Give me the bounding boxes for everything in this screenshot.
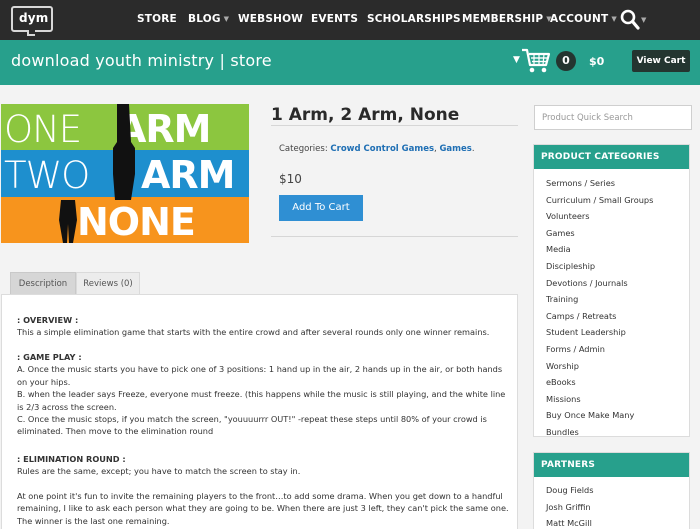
gameplay-step-b: B. when the leader says Freeze, everyone… [17, 389, 506, 412]
sidebar-category-bundles[interactable]: Bundles [546, 424, 689, 441]
image-word-two: TWO [4, 154, 90, 197]
nav-events-label: EVENTS [311, 13, 359, 25]
nav-store[interactable]: STORE [137, 13, 177, 25]
product-price: $10 [279, 172, 302, 186]
sidebar-category-volunteers[interactable]: Volunteers [546, 208, 689, 225]
nav-account-label: ACCOUNT [550, 13, 609, 25]
partner-matt-mcgill[interactable]: Matt McGill [546, 515, 689, 529]
nav-account[interactable]: ACCOUNT ▼ [550, 13, 617, 25]
nav-webshow-label: WEBSHOW [238, 13, 304, 25]
gameplay-step-a: A. Once the music starts you have to pic… [17, 364, 503, 387]
image-word-arm-2: ARM [141, 153, 235, 197]
description-panel: : OVERVIEW : This a simple elimination ga… [1, 294, 518, 529]
nav-membership-label: MEMBERSHIP [462, 13, 544, 25]
category-list: Sermons / Series Curriculum / Small Grou… [534, 169, 689, 441]
product-image[interactable]: ONE ARM TWO ARM NONE [1, 104, 249, 243]
chevron-down-icon: ▼ [611, 15, 617, 23]
category-link-games[interactable]: Games [439, 144, 471, 154]
cart-count-badge[interactable]: 0 [556, 51, 576, 71]
sidebar-category-training[interactable]: Training [546, 291, 689, 308]
sidebar-category-forms[interactable]: Forms / Admin [546, 341, 689, 358]
nav-webshow[interactable]: WEBSHOW [238, 13, 303, 25]
gameplay-section: : GAME PLAY : A. Once the music starts yo… [17, 351, 512, 438]
sidebar-category-games[interactable]: Games [546, 225, 689, 242]
sidebar-category-missions[interactable]: Missions [546, 391, 689, 408]
shopping-cart-icon[interactable] [521, 47, 551, 75]
nav-scholarships[interactable]: SCHOLARSHIPS [367, 13, 461, 25]
overview-text: This a simple elimination game that star… [17, 327, 490, 338]
logo-text: dym [19, 11, 49, 25]
tab-reviews[interactable]: Reviews (0) [76, 272, 140, 294]
product-categories: Categories: Crowd Control Games, Games. [279, 144, 475, 154]
nav-blog-label: BLOG [188, 13, 221, 25]
category-link-crowd-control-games[interactable]: Crowd Control Games [330, 144, 434, 154]
sidebar-category-devotions[interactable]: Devotions / Journals [546, 275, 689, 292]
overview-section: : OVERVIEW : This a simple elimination ga… [17, 314, 512, 339]
sidebar-category-camps[interactable]: Camps / Retreats [546, 308, 689, 325]
product-search-input[interactable]: Product Quick Search [534, 105, 692, 130]
gameplay-heading: : GAME PLAY : [17, 352, 82, 362]
sidebar-category-discipleship[interactable]: Discipleship [546, 258, 689, 275]
cart-total: $0 [589, 55, 605, 68]
gameplay-step-c: C. Once the music stops, if you match th… [17, 414, 487, 437]
sidebar-category-sermons[interactable]: Sermons / Series [546, 175, 689, 192]
overview-heading: : OVERVIEW : [17, 315, 79, 325]
divider [271, 125, 518, 126]
chevron-down-icon: ▼ [223, 15, 230, 23]
sidebar-category-ebooks[interactable]: eBooks [546, 374, 689, 391]
search-caret-icon[interactable]: ▼ [641, 14, 647, 26]
dym-logo[interactable]: dym [11, 6, 53, 36]
nav-membership[interactable]: MEMBERSHIP ▼ [462, 13, 552, 25]
elimination-heading: : ELIMINATION ROUND : [17, 454, 126, 464]
partner-doug-fields[interactable]: Doug Fields [546, 482, 689, 499]
cart-dropdown-icon[interactable]: ▼ [513, 55, 520, 65]
add-to-cart-button[interactable]: Add To Cart [279, 195, 363, 221]
sidebar-category-curriculum[interactable]: Curriculum / Small Groups [546, 192, 689, 209]
logo-tab [27, 30, 35, 36]
sidebar-category-media[interactable]: Media [546, 241, 689, 258]
elimination-text: Rules are the same, except; you have to … [17, 466, 301, 477]
person-silhouette-icon [113, 104, 135, 200]
nav-blog[interactable]: BLOG ▼ [188, 13, 229, 25]
elimination-section: : ELIMINATION ROUND : Rules are the same,… [17, 453, 512, 478]
partners-list: Doug Fields Josh Griffin Matt McGill [534, 477, 689, 529]
nav-store-label: STORE [137, 13, 177, 25]
divider [271, 236, 518, 237]
person-silhouette-icon [59, 200, 77, 243]
product-title: 1 Arm, 2 Arm, None [271, 105, 460, 125]
partner-josh-griffin[interactable]: Josh Griffin [546, 499, 689, 516]
search-placeholder: Product Quick Search [542, 113, 633, 123]
nav-events[interactable]: EVENTS [311, 13, 358, 25]
categories-label: Categories: [279, 144, 328, 154]
sidebar-category-buy-once[interactable]: Buy Once Make Many [546, 407, 689, 424]
partners-heading: PARTNERS [534, 453, 689, 477]
search-icon[interactable] [620, 9, 640, 31]
view-cart-button[interactable]: View Cart [632, 50, 690, 72]
top-navigation: dym STORE BLOG ▼ WEBSHOW EVENTS SCHOLARSH… [0, 0, 700, 40]
sidebar-category-student-leadership[interactable]: Student Leadership [546, 324, 689, 341]
image-word-one: ONE [4, 108, 82, 151]
store-title[interactable]: download youth ministry | store [11, 51, 272, 70]
product-categories-heading: PRODUCT CATEGORIES [534, 145, 689, 169]
tab-description[interactable]: Description [10, 272, 76, 294]
nav-scholarships-label: SCHOLARSHIPS [367, 13, 461, 25]
final-paragraph: At one point it's fun to invite the rema… [17, 491, 509, 526]
sidebar-category-worship[interactable]: Worship [546, 358, 689, 375]
partners-widget: PARTNERS Doug Fields Josh Griffin Matt M… [533, 452, 690, 529]
product-categories-widget: PRODUCT CATEGORIES Sermons / Series Curr… [533, 144, 690, 437]
image-word-none: NONE [77, 200, 196, 243]
